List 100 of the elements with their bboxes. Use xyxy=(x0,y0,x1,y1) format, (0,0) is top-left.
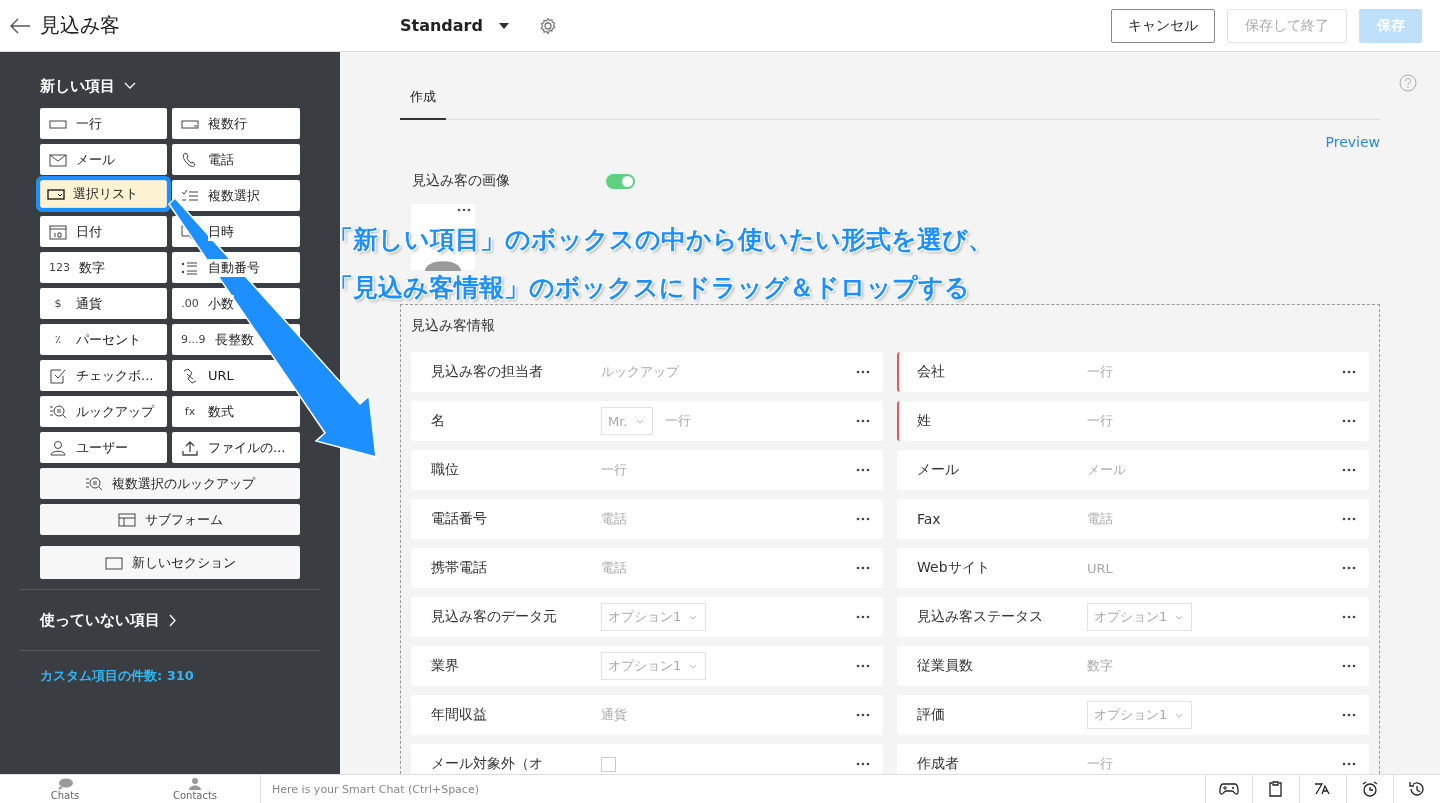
calendar-icon xyxy=(49,223,67,240)
more-icon[interactable] xyxy=(855,418,871,424)
field-type-button[interactable]: 電話 xyxy=(172,144,300,175)
field-type-button[interactable]: 新しいセクション xyxy=(40,546,300,579)
more-icon[interactable] xyxy=(855,614,871,620)
field-type-button[interactable]: 複数行 xyxy=(172,108,300,139)
field-type-button[interactable]: 自動番号 xyxy=(172,252,300,283)
more-icon[interactable] xyxy=(1341,516,1357,522)
field-placeholder: URL xyxy=(1087,560,1113,576)
more-icon[interactable] xyxy=(1341,761,1357,767)
avatar-icon xyxy=(425,261,461,271)
form-field[interactable]: メール メール xyxy=(897,450,1369,490)
field-type-button[interactable]: 複数選択のルックアップ xyxy=(40,468,300,499)
user-icon xyxy=(49,439,67,456)
field-label: 職位 xyxy=(431,461,460,479)
field-label: 従業員数 xyxy=(917,657,974,675)
field-type-button[interactable]: ファイルの... xyxy=(172,432,300,463)
more-icon[interactable] xyxy=(1341,369,1357,375)
more-icon[interactable] xyxy=(855,516,871,522)
more-icon[interactable] xyxy=(1341,565,1357,571)
person-icon xyxy=(187,777,203,790)
field-type-button[interactable]: ٪ パーセント xyxy=(40,324,167,355)
field-type-button[interactable]: 複数選択 xyxy=(172,180,300,211)
caret-icon[interactable] xyxy=(498,22,509,29)
field-type-button[interactable]: 一行 xyxy=(40,108,167,139)
checkbox-icon xyxy=(49,367,67,384)
back-arrow-icon[interactable] xyxy=(9,17,31,34)
field-label: Fax xyxy=(917,511,942,527)
toggle-switch[interactable] xyxy=(606,173,635,189)
field-label: メール対象外（オ xyxy=(431,755,544,773)
form-field[interactable]: 業界 オプション1 xyxy=(411,646,883,686)
field-label: 評価 xyxy=(917,706,946,724)
field-type-button[interactable]: メール xyxy=(40,144,167,175)
field-placeholder: 電話 xyxy=(601,510,627,528)
more-icon[interactable] xyxy=(855,467,871,473)
field-label: 姓 xyxy=(917,412,932,430)
lookup-icon xyxy=(49,403,67,420)
field-label: 見込み客ステータス xyxy=(917,608,1044,626)
chevron-right-icon[interactable] xyxy=(169,613,177,627)
more-icon[interactable] xyxy=(855,565,871,571)
more-icon[interactable] xyxy=(1341,467,1357,473)
section-title: 見込み客情報 xyxy=(411,317,495,333)
form-field[interactable]: 評価 オプション1 xyxy=(897,695,1369,735)
field-label: 会社 xyxy=(917,363,946,381)
field-type-button[interactable]: $ 通貨 xyxy=(40,288,167,319)
field-label: 見込み客の担当者 xyxy=(431,363,544,381)
chat-tab[interactable]: Contacts xyxy=(130,775,260,803)
chat-tab[interactable]: Chats xyxy=(0,775,130,803)
field-label: 見込み客の画像 xyxy=(412,172,511,190)
field-label: 見込み客のデータ元 xyxy=(431,608,558,626)
form-field[interactable]: Webサイト URL xyxy=(897,548,1369,588)
layout-dropdown[interactable]: Standard xyxy=(400,16,509,35)
form-field[interactable]: 見込み客の担当者 ルックアップ xyxy=(411,352,883,392)
more-icon[interactable] xyxy=(1341,614,1357,620)
tab[interactable]: 作成 xyxy=(400,82,446,120)
form-field[interactable]: 携帯電話 電話 xyxy=(411,548,883,588)
field-type-button[interactable]: 日付 xyxy=(40,216,167,247)
form-field[interactable]: 見込み客ステータス オプション1 xyxy=(897,597,1369,637)
envelope-icon xyxy=(49,151,67,168)
form-field[interactable]: メール対象外（オ xyxy=(411,744,883,774)
field-placeholder: ルックアップ xyxy=(601,363,679,381)
field-type-button[interactable]: ルックアップ xyxy=(40,396,167,427)
section-icon xyxy=(104,554,123,571)
field-label: Webサイト xyxy=(917,559,991,577)
lookup-list-icon xyxy=(85,475,103,492)
chat-input[interactable]: Here is your Smart Chat (Ctrl+Space) xyxy=(260,775,1200,803)
form-field[interactable]: Fax 電話 xyxy=(897,499,1369,539)
settings-icon[interactable] xyxy=(538,16,557,35)
dropdown-icon xyxy=(47,186,65,202)
more-icon[interactable] xyxy=(855,761,871,767)
field-type-button[interactable]: fx 数式 xyxy=(172,396,300,427)
more-icon[interactable] xyxy=(1341,663,1357,669)
more-icon[interactable] xyxy=(1341,418,1357,424)
form-field[interactable]: 見込み客のデータ元 オプション1 xyxy=(411,597,883,637)
field-type-button[interactable]: 123 数字 xyxy=(40,252,167,283)
header-button[interactable]: キャンセル xyxy=(1111,8,1215,43)
more-icon[interactable] xyxy=(855,663,871,669)
more-icon[interactable] xyxy=(855,712,871,718)
field-type-button[interactable]: ユーザー xyxy=(40,432,167,463)
field-placeholder: 数字 xyxy=(1087,657,1113,675)
callout-text: 「新しい項目」のボックスの中から使いたい形式を選び、 xyxy=(328,224,993,256)
upload-icon xyxy=(181,439,199,456)
field-type-button[interactable]: チェックボ... xyxy=(40,360,167,391)
table-icon xyxy=(117,511,136,528)
form-field[interactable]: 従業員数 数字 xyxy=(897,646,1369,686)
field-label: 携帯電話 xyxy=(431,559,488,577)
form-field[interactable]: 年間収益 通貨 xyxy=(411,695,883,735)
field-placeholder: 通貨 xyxy=(601,706,627,724)
numbered-list-icon xyxy=(181,259,199,276)
field-type-button[interactable]: サブフォーム xyxy=(40,504,300,535)
more-icon[interactable] xyxy=(855,369,871,375)
custom-field-count: カスタム項目の件数: 310 xyxy=(39,667,195,685)
field-label: 年間収益 xyxy=(431,706,488,724)
section-heading[interactable]: 新しい項目 xyxy=(40,76,115,96)
section-heading[interactable]: 使っていない項目 xyxy=(40,610,160,630)
field-label: 作成者 xyxy=(917,755,960,773)
more-icon[interactable] xyxy=(1341,712,1357,718)
checkbox[interactable] xyxy=(601,756,616,772)
field-placeholder: メール xyxy=(1087,461,1126,479)
form-field[interactable]: 電話番号 電話 xyxy=(411,499,883,539)
